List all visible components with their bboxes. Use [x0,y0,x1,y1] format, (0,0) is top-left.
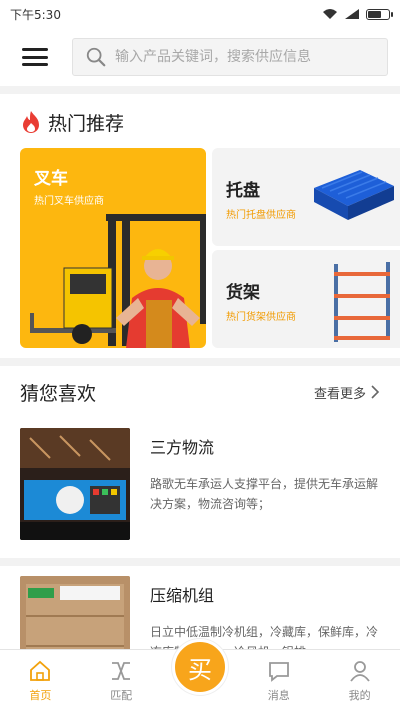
status-time: 下午5:30 [10,7,61,22]
hot-section: 热门推荐 叉车 热门叉车供应商 托盘 热门托盘供应商 货架 热门货架供应商 [0,94,400,358]
hot-grid: 叉车 热门叉车供应商 托盘 热门托盘供应商 货架 热门货架供应商 [20,148,400,348]
battery-icon [366,8,393,20]
item-info: 三方物流 路歌无车承运人支撑平台，提供无车承运解决方案，物流咨询等； [150,428,380,540]
item-title: 三方物流 [150,438,215,457]
pallet-image [314,170,394,220]
nav-mine[interactable]: 我的 [330,659,390,703]
list-item[interactable]: 压缩机组 日立中低温制冷机组，冷藏库，保鲜库，冷冻库制冷机组，冷风机，铝排 [0,566,400,649]
card-pallet-subtitle: 热门托盘供应商 [226,210,296,221]
search-box[interactable] [72,38,388,76]
battery-fill [368,10,382,18]
nav-messages[interactable]: 消息 [249,659,309,703]
logistics-image [20,428,130,540]
user-icon [349,661,370,682]
status-icons [322,8,393,20]
search-input[interactable] [115,49,375,65]
card-shelf-title: 货架 [226,283,260,303]
buy-button[interactable]: 买 [171,639,228,695]
nav-home[interactable]: 首页 [10,659,70,703]
hot-title: 热门推荐 [20,104,400,140]
bottom-nav: 首页 匹配 买 消息 我的 [0,639,400,707]
buy-button-label: 买 [187,655,212,684]
nav-messages-label: 消息 [267,689,290,702]
guess-header: 猜您喜欢 查看更多 [20,366,380,418]
list-item[interactable]: 三方物流 路歌无车承运人支撑平台，提供无车承运解决方案，物流咨询等； [0,418,400,566]
card-pallet[interactable]: 托盘 热门托盘供应商 [212,148,400,246]
message-icon [268,662,289,682]
guess-section: 猜您喜欢 查看更多 三方物流 路歌无车承运人支撑平台，提供无车承运解决方案，物流… [0,366,400,649]
card-forklift[interactable]: 叉车 热门叉车供应商 [20,148,206,348]
wifi-icon [323,9,337,19]
card-right-column: 托盘 热门托盘供应商 货架 热门货架供应商 [212,148,400,348]
nav-mine-label: 我的 [348,689,371,702]
top-bar [0,28,400,86]
nav-home-label: 首页 [29,689,52,702]
forklift-image [30,214,206,348]
main-content: 热门推荐 叉车 热门叉车供应商 托盘 热门托盘供应商 货架 热门货架供应商 猜您… [0,86,400,649]
home-icon [30,660,51,681]
nav-match-label: 匹配 [110,689,133,702]
guess-title: 猜您喜欢 [20,382,97,405]
status-bar: 下午5:30 [0,0,400,28]
card-shelf-subtitle: 热门货架供应商 [226,312,296,323]
compressor-image [20,576,130,649]
card-pallet-title: 托盘 [226,181,260,201]
flame-icon [23,111,39,133]
card-shelf[interactable]: 货架 热门货架供应商 [212,250,400,348]
item-title: 压缩机组 [150,586,215,605]
hot-title-text: 热门推荐 [48,112,125,135]
menu-icon[interactable] [20,45,50,69]
search-icon [86,47,106,67]
item-thumbnail-logistics [20,428,130,540]
item-info: 压缩机组 日立中低温制冷机组，冷藏库，保鲜库，冷冻库制冷机组，冷风机，铝排 [150,576,380,649]
item-description: 路歌无车承运人支撑平台，提供无车承运解决方案，物流咨询等； [150,477,379,511]
see-more-label: 查看更多 [313,386,366,402]
see-more-link[interactable]: 查看更多 [314,383,380,402]
item-thumbnail-compressor [20,576,130,649]
match-icon [112,662,131,680]
signal-icon [345,9,359,19]
chevron-right-icon [371,385,380,399]
nav-match[interactable]: 匹配 [91,659,151,703]
shelf-image [334,262,390,342]
